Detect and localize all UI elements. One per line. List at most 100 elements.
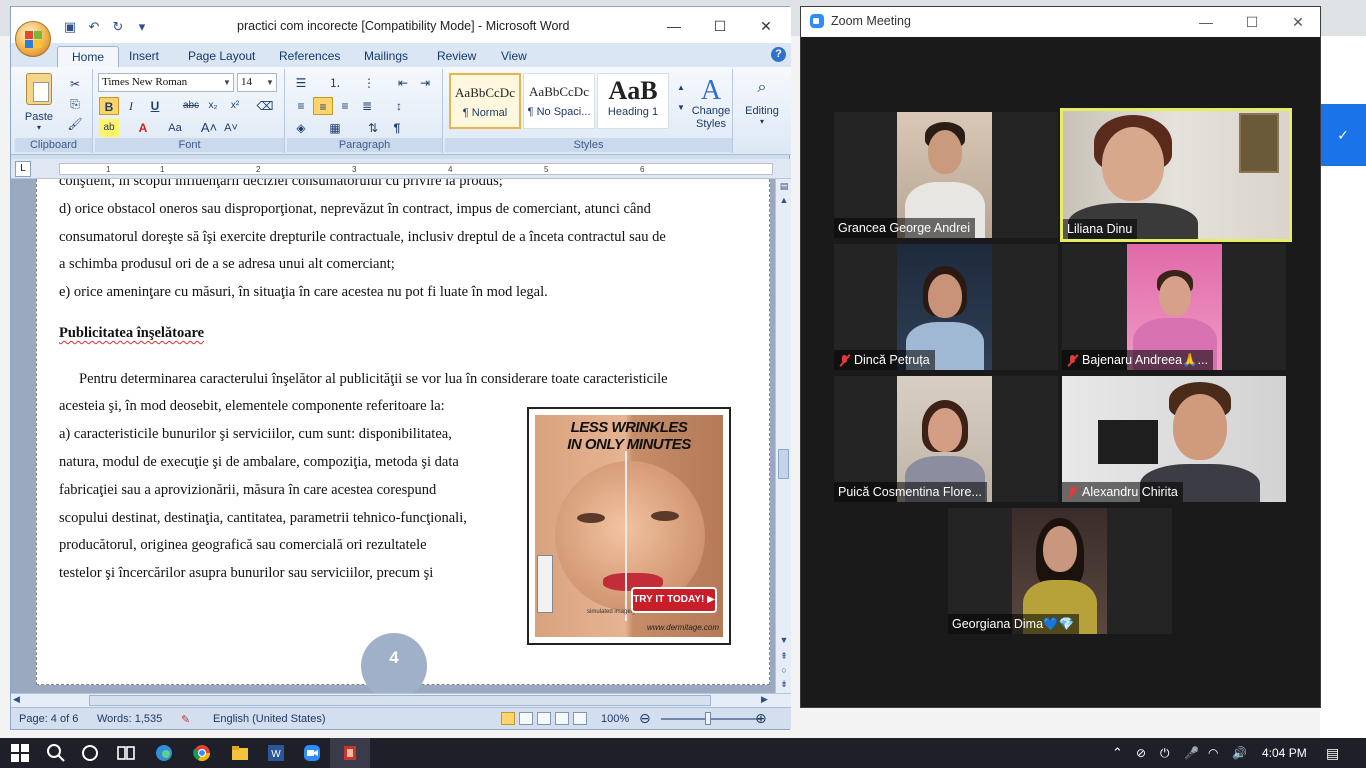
horizontal-scrollbar[interactable]: ◀ ▶ bbox=[11, 693, 791, 707]
tab-selector-icon[interactable]: L bbox=[15, 161, 31, 177]
numbering-icon[interactable]: ⒈ bbox=[325, 74, 345, 92]
participant-tile[interactable]: Dincă Petruța bbox=[834, 244, 1058, 370]
close-icon[interactable]: ✕ bbox=[1275, 9, 1321, 35]
tab-page-layout[interactable]: Page Layout bbox=[188, 49, 255, 63]
multilevel-list-icon[interactable]: ⋮ bbox=[359, 74, 379, 92]
increase-indent-icon[interactable]: ⇥ bbox=[415, 74, 435, 92]
decrease-indent-icon[interactable]: ⇤ bbox=[393, 74, 413, 92]
shrink-font-icon[interactable]: A˅ bbox=[221, 119, 241, 137]
bold-button[interactable]: B bbox=[99, 97, 119, 115]
tab-insert[interactable]: Insert bbox=[129, 49, 159, 63]
italic-button[interactable]: I bbox=[121, 97, 141, 115]
presentation-app-icon[interactable] bbox=[340, 743, 360, 763]
maximize-icon[interactable]: ☐ bbox=[697, 13, 743, 39]
show-formatting-icon[interactable]: ¶ bbox=[387, 119, 407, 137]
close-icon[interactable]: ✕ bbox=[743, 13, 789, 39]
file-explorer-icon[interactable] bbox=[230, 743, 250, 763]
advertisement-image[interactable]: LESS WRINKLES IN ONLY MINUTES simulated … bbox=[527, 407, 731, 645]
ruler-toggle-icon[interactable]: ▤ bbox=[779, 181, 789, 191]
sort-icon[interactable]: ⇅ bbox=[363, 119, 383, 137]
page-count[interactable]: Page: 4 of 6 bbox=[19, 713, 78, 725]
strikethrough-button[interactable]: abc bbox=[181, 97, 201, 115]
align-right-icon[interactable]: ≡ bbox=[335, 97, 355, 115]
styles-scroll-up-icon[interactable]: ▲ bbox=[671, 79, 691, 97]
participant-tile[interactable]: Alexandru Chirita bbox=[1062, 376, 1286, 502]
cortana-icon[interactable] bbox=[80, 743, 100, 763]
copy-icon[interactable]: ⎘ bbox=[65, 95, 85, 113]
document-page[interactable]: conştient, în scopul influenţării decizi… bbox=[36, 179, 770, 685]
tab-references[interactable]: References bbox=[279, 49, 340, 63]
ruler-strip[interactable]: 1 1 2 3 4 5 6 bbox=[59, 163, 773, 175]
zoom-out-icon[interactable]: ⊖ bbox=[639, 710, 651, 727]
task-view-icon[interactable] bbox=[116, 743, 136, 763]
save-icon[interactable]: ▣ bbox=[61, 19, 79, 35]
justify-icon[interactable]: ≣ bbox=[357, 97, 377, 115]
start-icon[interactable] bbox=[10, 743, 30, 763]
scroll-down-icon[interactable]: ▼ bbox=[779, 635, 789, 645]
scroll-up-icon[interactable]: ▲ bbox=[779, 195, 789, 205]
language[interactable]: English (United States) bbox=[213, 713, 326, 725]
styles-scroll-down-icon[interactable]: ▼ bbox=[671, 99, 691, 117]
full-screen-reading-icon[interactable] bbox=[519, 712, 533, 725]
outline-icon[interactable] bbox=[555, 712, 569, 725]
highlight-icon[interactable]: ab bbox=[99, 119, 119, 137]
next-page-icon[interactable]: ⇟ bbox=[779, 679, 789, 689]
clock[interactable]: 4:04 PM bbox=[1262, 738, 1307, 768]
office-button[interactable] bbox=[15, 21, 51, 57]
wifi-icon[interactable]: ◠ bbox=[1208, 738, 1218, 768]
proofing-icon[interactable]: ✎ bbox=[181, 713, 190, 726]
draft-icon[interactable] bbox=[573, 712, 587, 725]
volume-icon[interactable]: 🔊 bbox=[1232, 738, 1247, 768]
participant-tile-active-speaker[interactable]: Liliana Dinu bbox=[1060, 108, 1292, 242]
change-case-icon[interactable]: Aa bbox=[165, 119, 185, 137]
font-color-icon[interactable]: A bbox=[133, 119, 153, 137]
participant-tile[interactable]: Bajenaru Andreea🙏... bbox=[1062, 244, 1286, 370]
style-no-spacing[interactable]: AaBbCcDc ¶ No Spaci... bbox=[523, 73, 595, 129]
tab-view[interactable]: View bbox=[501, 49, 527, 63]
help-icon[interactable]: ? bbox=[771, 47, 786, 62]
minimize-icon[interactable]: — bbox=[1183, 9, 1229, 35]
edge-icon[interactable] bbox=[154, 743, 174, 763]
cut-icon[interactable]: ✂ bbox=[65, 75, 85, 93]
web-layout-icon[interactable] bbox=[537, 712, 551, 725]
tray-overflow-icon[interactable]: ⌃ bbox=[1112, 738, 1123, 768]
participant-tile[interactable]: Puică Cosmentina Flore... bbox=[834, 376, 1058, 502]
clear-formatting-icon[interactable]: ⌫ bbox=[255, 97, 275, 115]
undo-icon[interactable]: ↶ bbox=[85, 19, 103, 35]
line-spacing-icon[interactable]: ↕ bbox=[389, 97, 409, 115]
microphone-icon[interactable]: 🎤 bbox=[1184, 738, 1199, 768]
print-layout-icon[interactable] bbox=[501, 712, 515, 725]
document-area[interactable]: conştient, în scopul influenţării decizi… bbox=[11, 179, 775, 693]
font-size-combo[interactable]: 14 ▼ bbox=[237, 73, 277, 92]
people-icon[interactable]: ⊘ bbox=[1136, 738, 1146, 768]
zoom-slider-thumb[interactable] bbox=[705, 712, 711, 725]
zoom-in-icon[interactable]: ⊕ bbox=[755, 710, 767, 727]
word-icon[interactable]: W bbox=[266, 743, 286, 763]
horizontal-scroll-thumb[interactable] bbox=[89, 695, 711, 706]
format-painter-icon[interactable]: 🖌 bbox=[65, 115, 85, 133]
editing-button[interactable]: ⌕ Editing ▾ bbox=[739, 79, 785, 126]
vertical-scroll-thumb[interactable] bbox=[778, 449, 789, 479]
scroll-right-icon[interactable]: ▶ bbox=[761, 694, 768, 705]
redo-icon[interactable]: ↻ bbox=[109, 19, 127, 35]
shading-icon[interactable]: ◈ bbox=[291, 119, 311, 137]
customize-toolbar-icon[interactable]: ▾ bbox=[133, 19, 151, 35]
bullets-icon[interactable]: ☰ bbox=[291, 74, 311, 92]
previous-page-icon[interactable]: ⇞ bbox=[779, 651, 789, 661]
scroll-left-icon[interactable]: ◀ bbox=[13, 694, 20, 705]
superscript-button[interactable]: x² bbox=[225, 97, 245, 115]
tab-mailings[interactable]: Mailings bbox=[364, 49, 408, 63]
tab-home[interactable]: Home bbox=[57, 46, 120, 68]
zoom-slider[interactable] bbox=[661, 718, 761, 720]
word-count[interactable]: Words: 1,535 bbox=[97, 713, 162, 725]
zoom-app-icon[interactable] bbox=[302, 743, 322, 763]
font-name-combo[interactable]: Times New Roman ▼ bbox=[98, 73, 234, 92]
style-normal[interactable]: AaBbCcDc ¶ Normal bbox=[449, 73, 521, 129]
subscript-button[interactable]: x₂ bbox=[203, 97, 223, 115]
participant-tile[interactable]: Georgiana Dima💙💎 bbox=[948, 508, 1172, 634]
paste-button[interactable]: Paste ▾ bbox=[19, 73, 59, 132]
maximize-icon[interactable]: ☐ bbox=[1229, 9, 1275, 35]
borders-icon[interactable]: ▦ bbox=[325, 119, 345, 137]
align-left-icon[interactable]: ≡ bbox=[291, 97, 311, 115]
chrome-icon[interactable] bbox=[192, 743, 212, 763]
